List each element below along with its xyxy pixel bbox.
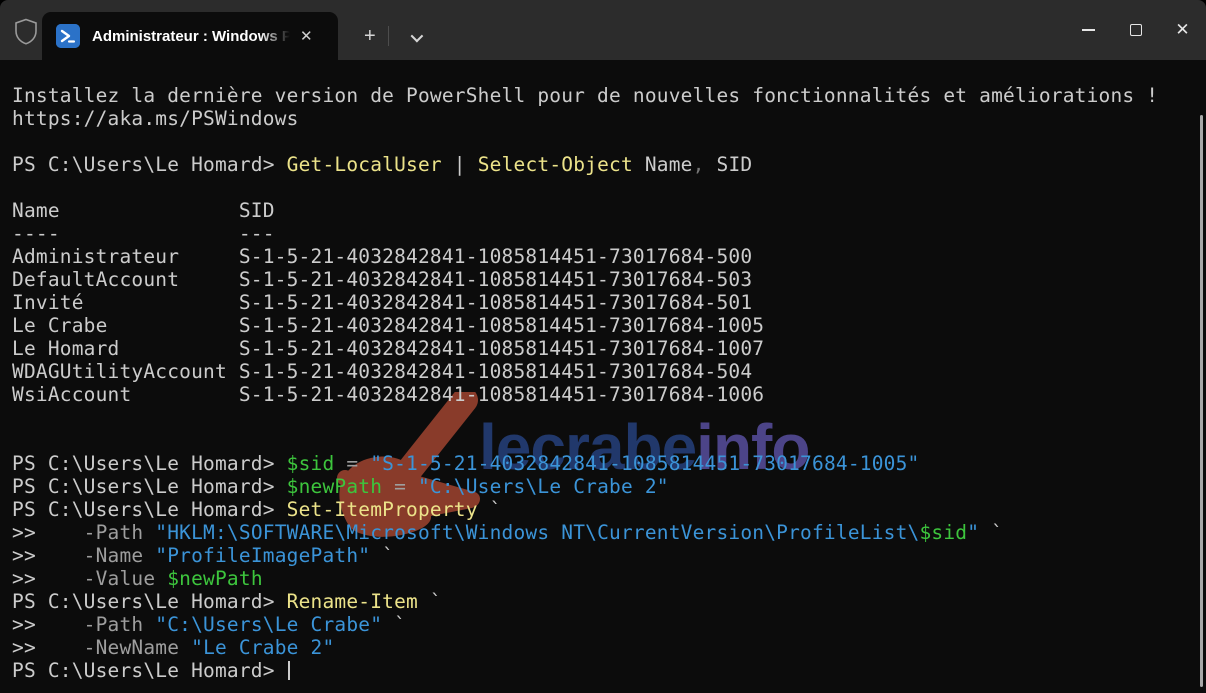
terminal-line: WsiAccount S-1-5-21-4032842841-108581445…	[12, 383, 1158, 406]
terminal-line: PS C:\Users\Le Homard> $sid = "S-1-5-21-…	[12, 452, 1158, 475]
terminal-line: >> -Path "HKLM:\SOFTWARE\Microsoft\Windo…	[12, 521, 1158, 544]
terminal-line: PS C:\Users\Le Homard> Rename-Item `	[12, 590, 1158, 613]
terminal-line: https://aka.ms/PSWindows	[12, 107, 1158, 130]
title-bar: Administrateur : Windows Pow ✕ + ✕	[0, 0, 1206, 60]
new-tab-button[interactable]: +	[354, 25, 386, 48]
terminal-line: Name SID	[12, 199, 1158, 222]
maximize-icon	[1130, 24, 1142, 36]
terminal-line: Le Homard S-1-5-21-4032842841-1085814451…	[12, 337, 1158, 360]
tab-close-icon[interactable]: ✕	[294, 24, 319, 48]
text-cursor	[288, 661, 290, 680]
terminal-line: PS C:\Users\Le Homard> $newPath = "C:\Us…	[12, 475, 1158, 498]
tab-administrateur-powershell[interactable]: Administrateur : Windows Pow ✕	[42, 12, 338, 60]
terminal-content-area[interactable]: lecrabeinfo Installez la dernière versio…	[0, 60, 1206, 693]
terminal-line: Installez la dernière version de PowerSh…	[12, 84, 1158, 107]
chevron-down-icon	[410, 30, 423, 43]
terminal-line: >> -Name "ProfileImagePath" `	[12, 544, 1158, 567]
minimize-button[interactable]	[1065, 0, 1112, 60]
tab-title: Administrateur : Windows Pow	[92, 28, 290, 45]
powershell-icon	[56, 24, 80, 48]
terminal-output: Installez la dernière version de PowerSh…	[12, 84, 1158, 682]
tab-dropdown-button[interactable]	[401, 27, 430, 48]
terminal-line: DefaultAccount S-1-5-21-4032842841-10858…	[12, 268, 1158, 291]
terminal-line	[12, 176, 1158, 199]
close-button[interactable]: ✕	[1159, 0, 1206, 60]
scrollbar[interactable]	[1200, 115, 1203, 687]
terminal-line: Le Crabe S-1-5-21-4032842841-1085814451-…	[12, 314, 1158, 337]
terminal-window: Administrateur : Windows Pow ✕ + ✕	[0, 0, 1206, 693]
terminal-line: PS C:\Users\Le Homard>	[12, 659, 1158, 682]
terminal-line: PS C:\Users\Le Homard> Set-ItemProperty …	[12, 498, 1158, 521]
close-icon: ✕	[1175, 22, 1189, 39]
minimize-icon	[1082, 29, 1095, 31]
terminal-line: ---- ---	[12, 222, 1158, 245]
terminal-line: WDAGUtilityAccount S-1-5-21-4032842841-1…	[12, 360, 1158, 383]
terminal-line: Invité S-1-5-21-4032842841-1085814451-73…	[12, 291, 1158, 314]
terminal-line: Administrateur S-1-5-21-4032842841-10858…	[12, 245, 1158, 268]
terminal-line	[12, 406, 1158, 429]
terminal-line: >> -Path "C:\Users\Le Crabe" `	[12, 613, 1158, 636]
terminal-line	[12, 429, 1158, 452]
maximize-button[interactable]	[1112, 0, 1159, 60]
terminal-line	[12, 130, 1158, 153]
tab-bar-divider	[388, 26, 389, 46]
terminal-line: PS C:\Users\Le Homard> Get-LocalUser | S…	[12, 153, 1158, 176]
terminal-line: >> -NewName "Le Crabe 2"	[12, 636, 1158, 659]
terminal-line: >> -Value $newPath	[12, 567, 1158, 590]
admin-shield-icon	[10, 14, 42, 48]
